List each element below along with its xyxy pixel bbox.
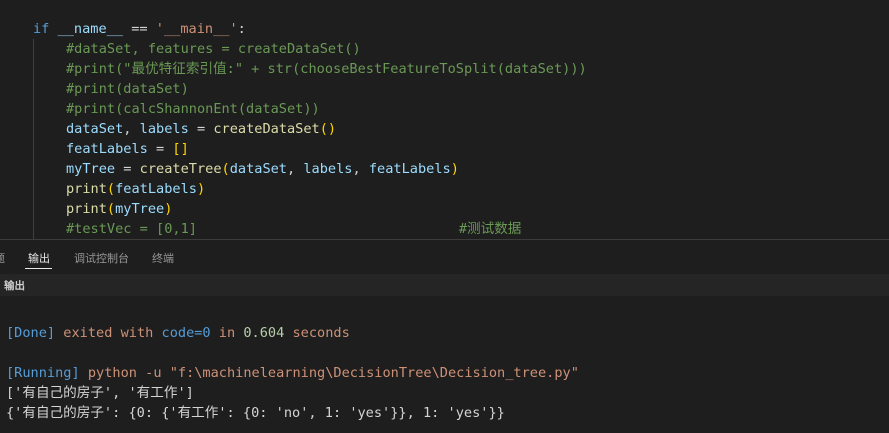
code-token: ) (164, 201, 173, 217)
code-text: print(myTree) (66, 199, 172, 219)
output-token: {'有自己的房子': {0: {'有工作': {0: 'no', 1: 'yes… (6, 405, 505, 421)
output-token: 0.604 (243, 325, 285, 341)
code-token: ( (221, 161, 230, 177)
output-line: ['有自己的房子', '有工作'] (6, 383, 194, 403)
output-line: [Done] exited with code=0 in 0.604 secon… (6, 323, 350, 343)
code-token: ) (196, 181, 206, 197)
indent-guide (33, 139, 34, 159)
code-token: ( (106, 201, 116, 217)
code-text: #print(dataSet) (66, 79, 189, 99)
code-line[interactable]: 7#testVec = [0,1] #测试数据 (0, 219, 889, 239)
tab-debug-console[interactable]: 调试控制台 (74, 250, 129, 266)
tab-terminal[interactable]: 终端 (152, 250, 174, 266)
code-editor[interactable]: 67if __name__ == '__main__':8#dataSet, f… (0, 0, 889, 239)
code-token: createTree (139, 161, 222, 177)
output-line: [Running] python -u "f:\machinelearning\… (6, 363, 579, 383)
code-token: == (123, 21, 156, 37)
tab-output[interactable]: 输出 (28, 250, 50, 266)
code-line[interactable]: 2dataSet, labels = createDataSet() (0, 119, 889, 139)
code-token: #testVec = [0,1] #测试数据 (66, 221, 522, 237)
output-token: [Running] (6, 365, 80, 381)
code-text: myTree = createTree(dataSet, labels, fea… (66, 159, 459, 179)
vscode-window: 67if __name__ == '__main__':8#dataSet, f… (0, 0, 889, 433)
code-token: print (66, 181, 107, 197)
code-text: #testVec = [0,1] #测试数据 (66, 219, 521, 239)
indent-guide (33, 39, 34, 59)
code-line[interactable]: 6 (0, 0, 889, 19)
code-text: #print("最优特征索引值:" + str(chooseBestFeatur… (66, 59, 587, 79)
code-token: , (352, 161, 369, 177)
code-token: = (147, 141, 173, 157)
code-line[interactable]: 8#dataSet, features = createDataSet() (0, 39, 889, 59)
code-line[interactable]: 4myTree = createTree(dataSet, labels, fe… (0, 159, 889, 179)
output-token: ['有自己的房子', '有工作'] (6, 385, 194, 401)
code-token: createDataSet (213, 121, 320, 137)
output-token: code=0 (161, 325, 211, 341)
code-line[interactable]: 7if __name__ == '__main__': (0, 19, 889, 39)
output-content[interactable]: [Done] exited with code=0 in 0.604 secon… (0, 296, 889, 433)
tab-problems[interactable]: 题 (0, 250, 5, 266)
code-token: featLabels (368, 161, 451, 177)
code-token: '__main__' (155, 21, 238, 37)
code-token: #print(dataSet) (66, 81, 189, 97)
code-text: if __name__ == '__main__': (33, 19, 246, 39)
code-token: labels (303, 161, 353, 177)
output-token: python -u "f:\machinelearning\DecisionTr… (79, 365, 579, 381)
indent-guide (33, 179, 34, 199)
indent-guide (33, 119, 34, 139)
code-token: dataSet (66, 121, 124, 137)
output-token: in (210, 325, 244, 341)
code-line[interactable]: 1#print(calcShannonEnt(dataSet)) (0, 99, 889, 119)
output-token: exited with (55, 325, 162, 341)
output-token: seconds (284, 325, 350, 341)
code-token: ) (450, 161, 459, 177)
code-line[interactable]: 0#print(dataSet) (0, 79, 889, 99)
code-line[interactable]: 3featLabels = [] (0, 139, 889, 159)
code-token: , (287, 161, 304, 177)
indent-guide (33, 159, 34, 179)
panel-tab-bar: 题 输出 调试控制台 终端 (0, 240, 889, 274)
code-token: #dataSet, features = createDataSet() (66, 41, 361, 57)
output-line: {'有自己的房子': {0: {'有工作': {0: 'no', 1: 'yes… (6, 403, 505, 423)
code-token: featLabels (115, 181, 197, 197)
code-token: print (66, 201, 107, 217)
code-token: __name__ (57, 21, 124, 37)
code-token: ( (106, 181, 116, 197)
output-header-label: 输出 (4, 280, 25, 292)
code-token: , (123, 121, 140, 137)
code-token: : (237, 21, 246, 37)
code-token: = (115, 161, 140, 177)
output-token: [Done] (6, 325, 56, 341)
indent-guide (33, 219, 34, 239)
indent-guide (33, 99, 34, 119)
code-token: #print(calcShannonEnt(dataSet)) (66, 101, 320, 117)
indent-guide (33, 59, 34, 79)
code-token: featLabels (66, 141, 148, 157)
code-line[interactable]: 6print(myTree) (0, 199, 889, 219)
code-text: dataSet, labels = createDataSet() (66, 119, 336, 139)
code-token: = (188, 121, 214, 137)
code-token: labels (139, 121, 189, 137)
code-text: #print(calcShannonEnt(dataSet)) (66, 99, 320, 119)
code-text: print(featLabels) (66, 179, 205, 199)
code-token: if (33, 21, 50, 37)
code-line[interactable]: 5print(featLabels) (0, 179, 889, 199)
code-token: [] (172, 141, 189, 157)
code-token: () (319, 121, 337, 137)
active-tab-indicator (25, 268, 52, 269)
indent-guide (33, 79, 34, 99)
code-token: #print("最优特征索引值:" + str(chooseBestFeatur… (66, 61, 587, 77)
code-line[interactable]: 9#print("最优特征索引值:" + str(chooseBestFeatu… (0, 59, 889, 79)
indent-guide (33, 199, 34, 219)
output-header: 输出 (0, 274, 889, 296)
code-token: dataSet (229, 161, 287, 177)
code-text: #dataSet, features = createDataSet() (66, 39, 361, 59)
code-text: featLabels = [] (66, 139, 189, 159)
code-token: myTree (115, 201, 165, 217)
code-token: myTree (66, 161, 116, 177)
